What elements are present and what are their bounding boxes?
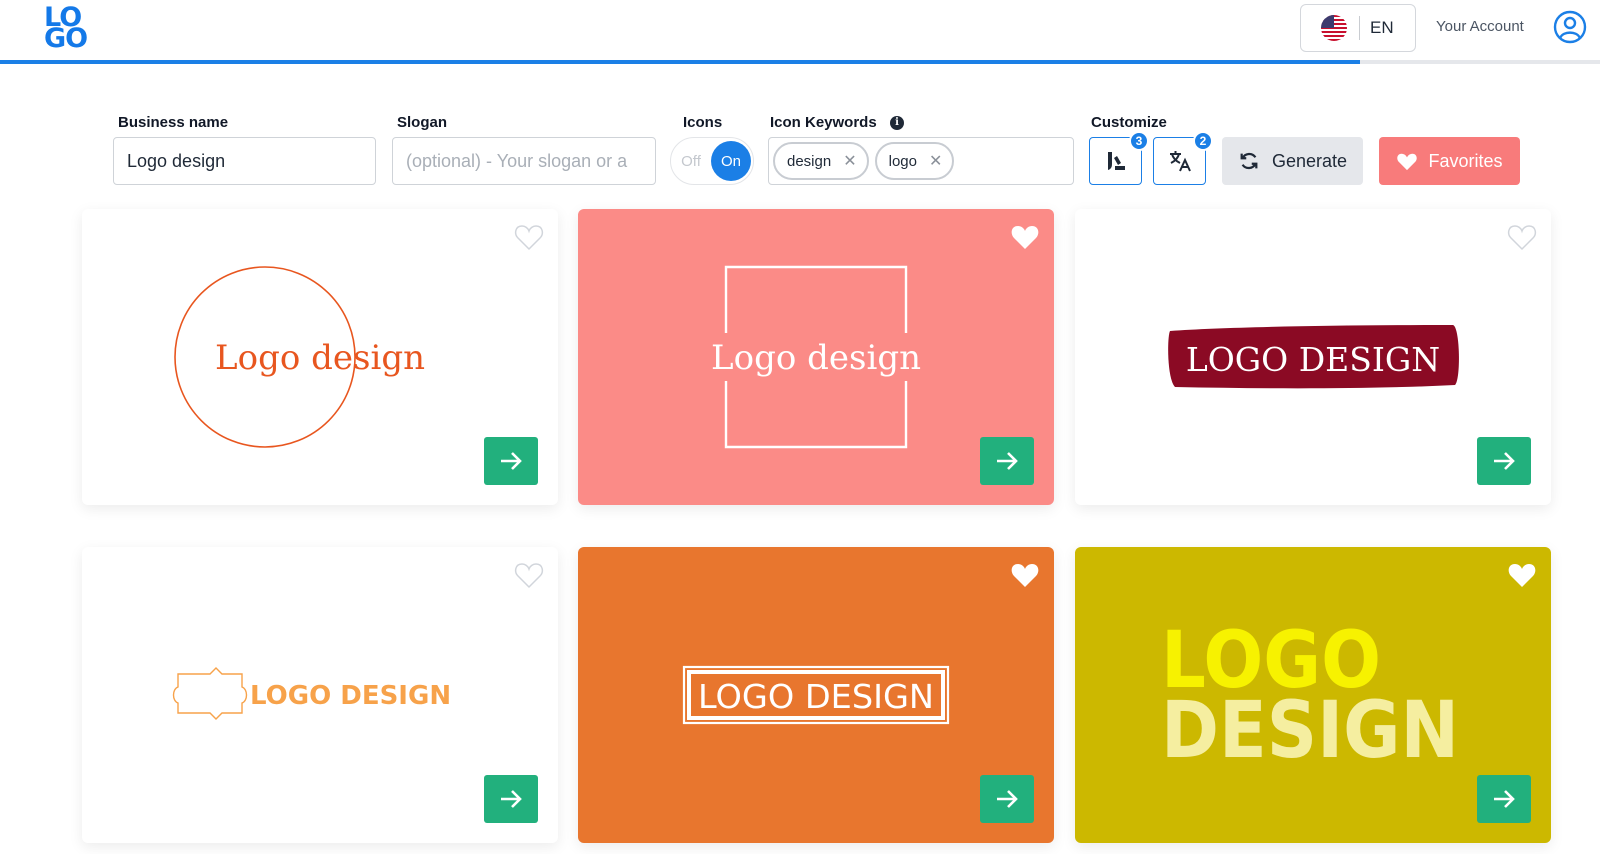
site-logo[interactable]: LO GO	[44, 4, 90, 54]
logo-preview-text: Logo design	[215, 338, 425, 378]
favorites-label: Favorites	[1428, 150, 1503, 171]
favorite-heart-icon[interactable]	[1507, 561, 1537, 589]
language-selector[interactable]: EN	[1300, 4, 1416, 52]
translate-icon	[1169, 151, 1191, 172]
icons-toggle-on: On	[711, 141, 751, 181]
favorite-heart-icon[interactable]	[1507, 223, 1537, 251]
customize-language-button[interactable]: 2	[1153, 131, 1213, 185]
logo-card-5[interactable]: LOGO DESIGN	[578, 547, 1054, 843]
account-icon[interactable]	[1553, 10, 1587, 44]
progress-bar-fill	[0, 60, 1360, 64]
open-logo-button[interactable]	[980, 437, 1034, 485]
logo-card-2[interactable]: Logo design	[578, 209, 1054, 505]
logo-card-6[interactable]: LOGO DESIGN	[1075, 547, 1551, 843]
heart-icon	[1397, 153, 1418, 171]
slogan-input[interactable]	[392, 137, 656, 185]
remove-keyword-icon[interactable]: ✕	[843, 151, 856, 171]
icons-toggle[interactable]: Off On	[670, 137, 754, 185]
your-account-link[interactable]: Your Account	[1436, 18, 1524, 35]
logo-preview-text: LOGO DESIGN	[698, 677, 934, 716]
keyword-chip: logo ✕	[874, 142, 955, 180]
arrow-right-icon	[1494, 452, 1515, 470]
arrow-right-icon	[501, 790, 522, 808]
open-logo-button[interactable]	[1477, 775, 1531, 823]
us-flag-icon	[1321, 15, 1347, 41]
generate-label: Generate	[1271, 150, 1348, 171]
remove-keyword-icon[interactable]: ✕	[929, 151, 942, 171]
logo-preview-text: LOGO DESIGN	[1186, 340, 1440, 379]
generate-button[interactable]: Generate	[1222, 137, 1363, 185]
brush-style-icon	[1107, 152, 1125, 170]
keyword-chip-label: logo	[888, 152, 917, 170]
icons-toggle-off: Off	[681, 152, 701, 170]
arrow-right-icon	[501, 452, 522, 470]
favorite-heart-icon[interactable]	[1010, 223, 1040, 251]
language-code: EN	[1370, 18, 1394, 37]
arrow-right-icon	[1494, 790, 1515, 808]
arrow-right-icon	[997, 790, 1018, 808]
icons-label: Icons	[683, 114, 723, 131]
open-logo-button[interactable]	[484, 775, 538, 823]
favorite-heart-icon[interactable]	[514, 223, 544, 251]
icon-keywords-input[interactable]: design ✕ logo ✕	[768, 137, 1074, 185]
open-logo-button[interactable]	[980, 775, 1034, 823]
keyword-chip-label: design	[787, 152, 832, 170]
logo-card-4[interactable]: LOGO DESIGN	[82, 547, 558, 843]
logo-card-3[interactable]: LOGO DESIGN	[1075, 209, 1551, 505]
customize-label: Customize	[1091, 114, 1167, 131]
customize-style-button[interactable]: 3	[1089, 131, 1149, 185]
style-count-badge: 3	[1129, 131, 1149, 151]
business-name-label: Business name	[118, 114, 229, 131]
language-count-badge: 2	[1193, 131, 1213, 151]
info-icon[interactable]: i	[890, 116, 904, 130]
business-name-input[interactable]	[113, 137, 376, 185]
logo-preview-text-line-2: DESIGN	[1161, 686, 1459, 776]
slogan-label: Slogan	[397, 114, 448, 131]
favorites-button[interactable]: Favorites	[1379, 137, 1520, 185]
open-logo-button[interactable]	[484, 437, 538, 485]
favorite-heart-icon[interactable]	[514, 561, 544, 589]
arrow-right-icon	[997, 452, 1018, 470]
refresh-icon	[1240, 152, 1258, 170]
logo-card-1[interactable]: Logo design	[82, 209, 558, 505]
top-header: LO GO EN Your Account	[0, 0, 1600, 60]
keyword-chip: design ✕	[773, 142, 869, 180]
language-divider	[1359, 16, 1360, 40]
logo-line-2: GO	[44, 23, 88, 54]
icon-keywords-label: Icon Keywords	[770, 114, 877, 131]
favorite-heart-icon[interactable]	[1010, 561, 1040, 589]
progress-bar	[0, 60, 1600, 64]
logo-preview-text: LOGO DESIGN	[250, 681, 451, 711]
logo-preview-text: Logo design	[711, 338, 921, 378]
open-logo-button[interactable]	[1477, 437, 1531, 485]
